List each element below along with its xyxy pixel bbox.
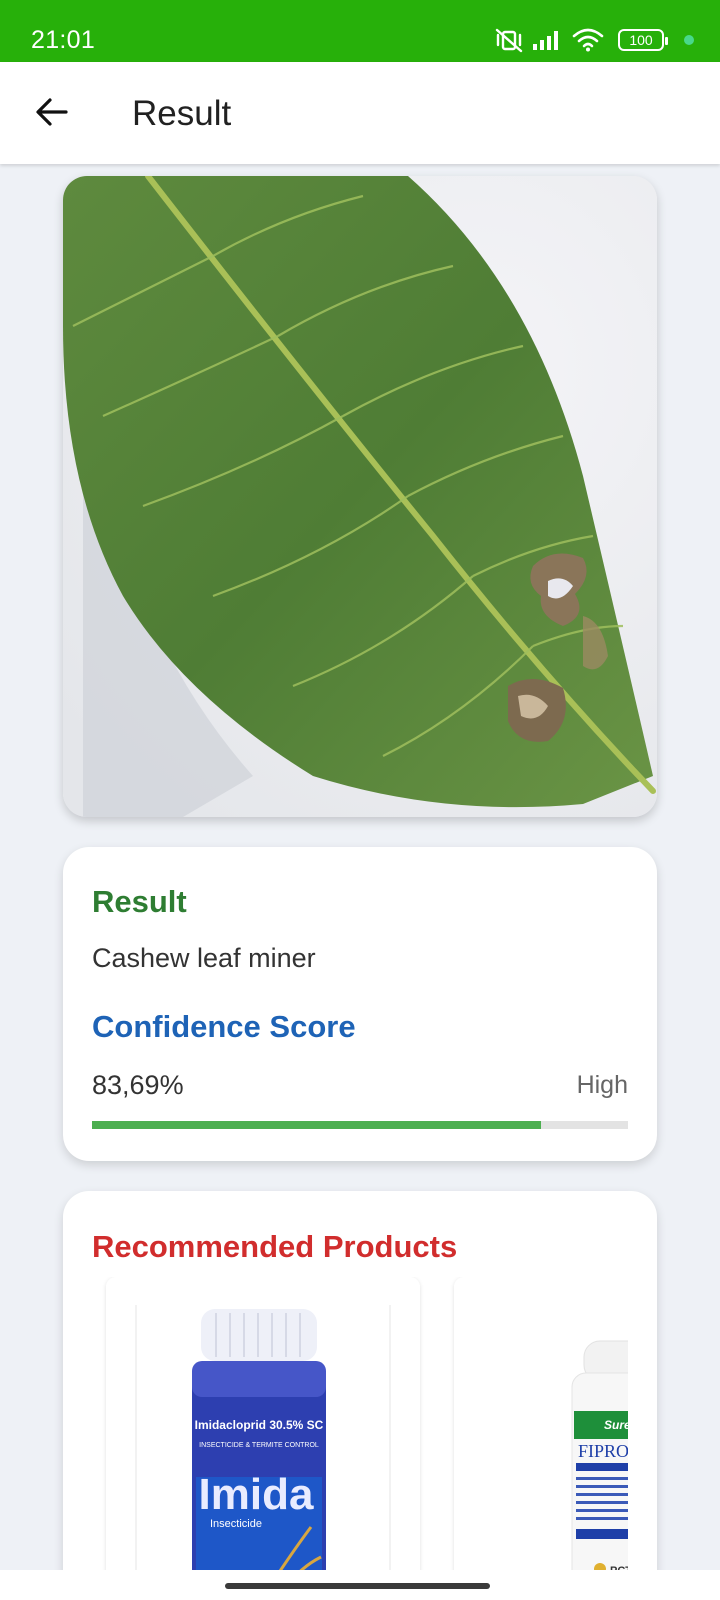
wifi-icon (572, 28, 604, 52)
confidence-value: 83,69% (92, 1070, 184, 1100)
recommended-products-card: Recommended Products Imidacloprid 30.5% … (63, 1191, 657, 1600)
result-value: Cashew leaf miner (92, 943, 316, 973)
navigation-bar (0, 1570, 720, 1600)
bottle-label-line2: INSECTICIDE & TERMITE CONTROL (199, 1442, 319, 1449)
confidence-heading: Confidence Score (92, 1009, 356, 1044)
result-card: Result Cashew leaf miner Confidence Scor… (63, 847, 657, 1161)
app-bar: Result (0, 62, 720, 164)
confidence-progress-bar (92, 1121, 628, 1129)
bottle-name: FIPRONI (578, 1441, 628, 1461)
product-card[interactable]: SureFire FIPRONI PCT (454, 1277, 628, 1600)
bottle-brand: Imida (199, 1470, 314, 1519)
status-time: 21:01 (31, 26, 96, 54)
status-icons: 100 (494, 25, 694, 55)
bottle-type: Insecticide (210, 1518, 262, 1530)
confidence-progress-fill (92, 1121, 541, 1129)
products-heading: Recommended Products (92, 1229, 458, 1264)
home-gesture-handle[interactable] (225, 1583, 490, 1589)
status-bar: 21:01 100 (0, 0, 720, 62)
result-heading: Result (92, 884, 187, 919)
products-carousel[interactable]: Imidacloprid 30.5% SC INSECTICIDE & TERM… (92, 1277, 628, 1600)
product-bottle-image: SureFire FIPRONI PCT (454, 1277, 628, 1600)
page-title: Result (132, 94, 232, 133)
arrow-left-icon (36, 98, 68, 126)
mute-vibrate-icon (494, 27, 524, 53)
product-card[interactable]: Imidacloprid 30.5% SC INSECTICIDE & TERM… (106, 1277, 420, 1600)
leaf-photo (63, 176, 657, 817)
back-button[interactable] (22, 82, 82, 142)
bottle-brand: SureFire (604, 1418, 628, 1432)
battery-icon: 100 (618, 29, 668, 51)
signal-icon (532, 29, 564, 51)
notification-dot-icon (684, 35, 694, 45)
confidence-level: High (576, 1071, 628, 1099)
bottle-label-line1: Imidacloprid 30.5% SC (195, 1418, 324, 1432)
product-bottle-image: Imidacloprid 30.5% SC INSECTICIDE & TERM… (106, 1277, 420, 1600)
